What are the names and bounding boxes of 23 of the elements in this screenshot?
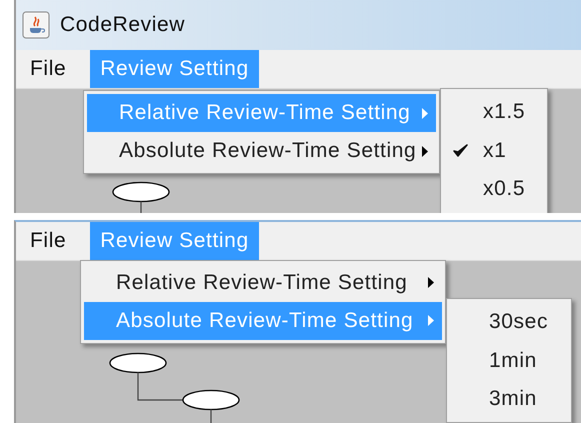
submenu-label: x1 <box>483 138 506 163</box>
tree-drawing <box>111 181 171 213</box>
submenu-arrow-icon <box>422 146 428 156</box>
submenu-arrow-icon <box>422 108 428 118</box>
submenu-item[interactable]: x1.5 <box>441 93 547 132</box>
cup-icon <box>22 11 50 39</box>
submenu-item[interactable]: x1 <box>441 132 547 170</box>
submenu-item[interactable]: 1min <box>447 341 571 380</box>
submenu-label: 30sec <box>489 310 548 334</box>
submenu-arrow-icon <box>428 277 434 288</box>
submenu-label: 1min <box>489 348 537 373</box>
menu-title[interactable]: File <box>16 50 80 88</box>
menu-title[interactable]: File <box>16 222 80 260</box>
submenu-item[interactable]: 30sec <box>447 302 571 342</box>
submenu-item[interactable]: 3min <box>447 380 571 418</box>
submenu-item[interactable]: x0.5 <box>441 170 547 208</box>
submenu-label: x0.5 <box>483 177 526 202</box>
submenu-label: 3min <box>489 387 537 412</box>
menu-item[interactable]: Relative Review-Time Setting <box>84 264 442 302</box>
window-title: CodeReview <box>60 13 186 37</box>
submenu-arrow-icon <box>428 315 434 326</box>
menu-item[interactable]: Absolute Review-Time Setting <box>87 132 436 170</box>
submenu-label: x1.5 <box>483 100 526 124</box>
